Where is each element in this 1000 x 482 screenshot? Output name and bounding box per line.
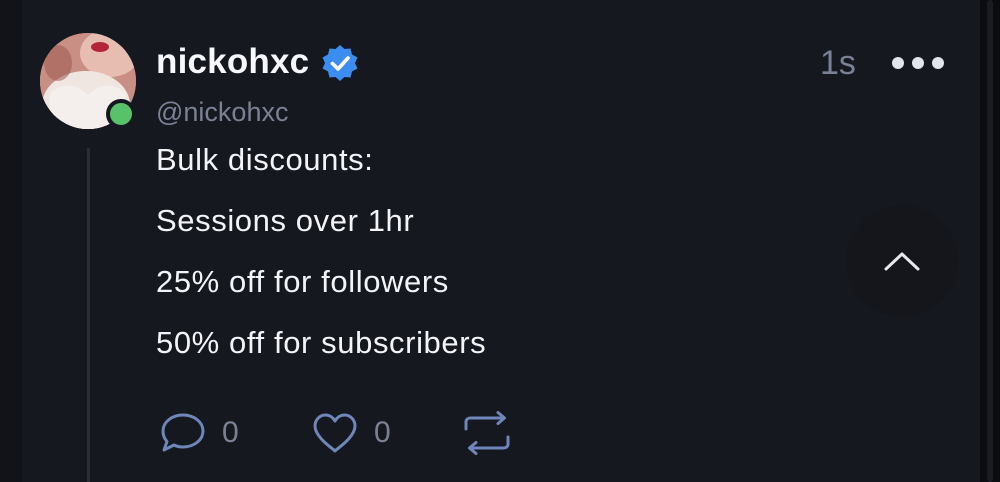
thread-line: [87, 148, 90, 482]
scrollbar-track[interactable]: [980, 0, 1000, 482]
chevron-up-icon: [884, 252, 920, 271]
like-button[interactable]: 0: [310, 410, 391, 456]
post-text-line: 25% off for followers: [156, 264, 449, 299]
post-timestamp[interactable]: 1s: [820, 43, 856, 83]
more-horizontal-icon: [932, 57, 944, 69]
post-text-line: 50% off for subscribers: [156, 325, 487, 360]
online-status-dot: [106, 99, 136, 129]
author-display-name[interactable]: nickohxc: [156, 40, 309, 84]
reply-count: 0: [222, 416, 239, 449]
more-horizontal-icon: [912, 57, 924, 69]
verified-badge-icon: [320, 43, 360, 83]
repost-icon: [464, 411, 510, 455]
more-horizontal-icon: [892, 57, 904, 69]
scroll-to-top-button[interactable]: [846, 205, 958, 317]
post-text-line: Bulk discounts:: [156, 142, 374, 177]
more-options-button[interactable]: [892, 50, 944, 76]
reply-button[interactable]: 0: [158, 410, 239, 456]
post-text-line: Sessions over 1hr: [156, 203, 415, 238]
heart-icon: [313, 413, 357, 453]
like-count: 0: [374, 416, 391, 449]
author-handle[interactable]: @nickohxc: [156, 95, 288, 129]
scrollbar-thumb[interactable]: [987, 0, 993, 482]
repost-button[interactable]: [460, 410, 514, 456]
speech-bubble-icon: [161, 413, 205, 452]
